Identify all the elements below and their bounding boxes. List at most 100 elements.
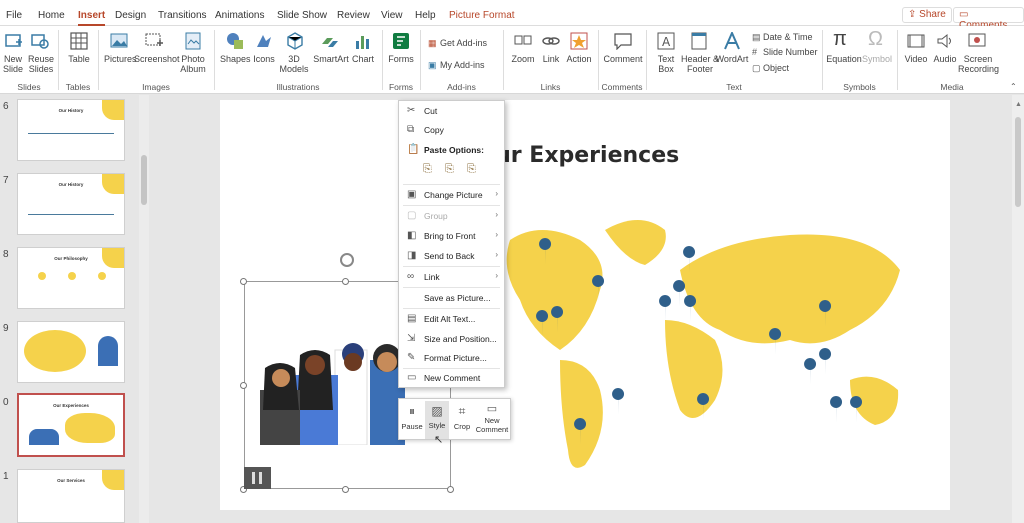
- menu-item-format-picture[interactable]: ✎ Format Picture...: [399, 349, 504, 367]
- menu-item-send-to-back[interactable]: ◨ Send to Back ›: [399, 247, 504, 265]
- mini-label: Style: [428, 421, 446, 430]
- slide-number-button[interactable]: Slide Number: [763, 47, 818, 57]
- thumbnails-scrollbar[interactable]: [139, 95, 149, 523]
- bring-front-icon: ◧: [407, 230, 417, 241]
- tab-review[interactable]: Review: [337, 10, 370, 21]
- tab-help[interactable]: Help: [415, 10, 436, 21]
- reuse-slides-button[interactable]: Reuse Slides: [28, 54, 54, 74]
- menu-label: Edit Alt Text...: [424, 314, 476, 324]
- menu-item-bring-to-front[interactable]: ◧ Bring to Front ›: [399, 227, 504, 245]
- menu-item-copy[interactable]: ⧉ Copy: [399, 121, 504, 139]
- slide-thumbnail[interactable]: Our Services: [17, 469, 125, 523]
- tab-slideshow[interactable]: Slide Show: [277, 10, 327, 21]
- tab-file[interactable]: File: [6, 10, 22, 21]
- group-label-text: Text: [726, 82, 742, 92]
- menu-item-cut[interactable]: ✂ Cut: [399, 102, 504, 120]
- table-button[interactable]: Table: [64, 54, 94, 64]
- crop-button[interactable]: ⌗ Crop: [451, 401, 473, 439]
- menu-label: Cut: [424, 106, 438, 116]
- menu-item-change-picture[interactable]: ▣ Change Picture ›: [399, 186, 504, 204]
- group-label-addins: Add-ins: [447, 82, 476, 92]
- resize-handle[interactable]: [447, 486, 454, 493]
- slide-title[interactable]: our Experiences: [480, 143, 679, 168]
- resize-handle[interactable]: [240, 382, 247, 389]
- equation-button[interactable]: Equation: [825, 54, 863, 64]
- scrollbar-thumb[interactable]: [141, 155, 147, 205]
- divider: [897, 30, 898, 90]
- slide-thumbnail-selected[interactable]: Our Experiences: [17, 393, 125, 457]
- new-slide-button[interactable]: New Slide: [0, 54, 26, 74]
- audio-button[interactable]: Audio: [930, 54, 960, 64]
- shapes-button[interactable]: Shapes: [220, 54, 251, 64]
- tab-animations[interactable]: Animations: [215, 10, 264, 21]
- paste-options-row: ⎘ ⎘ ⎘: [423, 163, 483, 179]
- slide-thumbnail[interactable]: [17, 321, 125, 383]
- slide-thumbnail[interactable]: Our History: [17, 99, 125, 161]
- menu-label: Format Picture...: [424, 353, 487, 363]
- paste-keep-format-icon[interactable]: ⎘: [423, 163, 432, 176]
- menu-separator: [403, 287, 500, 288]
- forms-button[interactable]: Forms: [386, 54, 416, 64]
- group-label-links: Links: [540, 82, 561, 92]
- ribbon-collapse-icon[interactable]: ⌃: [1010, 82, 1017, 91]
- menu-separator: [403, 205, 500, 206]
- pause-icon: ⏸: [408, 404, 415, 418]
- thumbnail-title: Our History: [58, 182, 84, 187]
- photo-album-button[interactable]: Photo Album: [178, 54, 208, 74]
- tab-insert[interactable]: Insert: [78, 10, 106, 26]
- menu-item-save-as-picture[interactable]: Save as Picture...: [399, 289, 504, 307]
- slide-thumbnail[interactable]: Our Philosophy: [17, 247, 125, 309]
- new-comment-button[interactable]: ▭ New Comment: [475, 401, 509, 439]
- menu-item-size-position[interactable]: ⇲ Size and Position...: [399, 330, 504, 348]
- rotate-handle[interactable]: [340, 253, 354, 267]
- editor-scrollbar[interactable]: ▲: [1012, 95, 1024, 523]
- icons-button[interactable]: Icons: [250, 54, 278, 64]
- date-time-button[interactable]: Date & Time: [763, 32, 813, 42]
- tab-home[interactable]: Home: [38, 10, 65, 21]
- tab-view[interactable]: View: [381, 10, 403, 21]
- tab-transitions[interactable]: Transitions: [158, 10, 207, 21]
- slide-number: 9: [3, 323, 9, 334]
- divider: [646, 30, 647, 90]
- share-button[interactable]: ⇪ Share: [902, 7, 952, 23]
- resize-handle[interactable]: [342, 486, 349, 493]
- comments-button[interactable]: ▭ Comments: [953, 7, 1024, 31]
- people-illustration[interactable]: [255, 340, 405, 445]
- thumbnail-title: Our Philosophy: [54, 256, 88, 261]
- slide-thumbnail[interactable]: Our History: [17, 173, 125, 235]
- wordart-button[interactable]: WordArt: [714, 54, 750, 64]
- my-addins-icon: ▣: [428, 60, 437, 70]
- get-addins-button[interactable]: Get Add-ins: [440, 38, 487, 48]
- paste-picture-icon[interactable]: ⎘: [445, 163, 454, 176]
- action-button[interactable]: Action: [564, 54, 594, 64]
- pause-animation-button[interactable]: [244, 467, 271, 489]
- menu-item-new-comment[interactable]: ▭ New Comment: [399, 369, 504, 387]
- resize-handle[interactable]: [240, 278, 247, 285]
- resize-handle[interactable]: [342, 278, 349, 285]
- paste-text-only-icon[interactable]: ⎘: [467, 163, 476, 176]
- screenshot-button[interactable]: Screenshot: [134, 54, 180, 64]
- smartart-button[interactable]: SmartArt: [312, 54, 350, 64]
- text-box-button[interactable]: Text Box: [651, 54, 681, 74]
- pause-icon: [259, 472, 262, 484]
- menu-item-edit-alt-text[interactable]: ▤ Edit Alt Text...: [399, 310, 504, 328]
- comment-button[interactable]: Comment: [602, 54, 644, 64]
- tab-picture-format[interactable]: Picture Format: [449, 10, 515, 21]
- zoom-button[interactable]: Zoom: [508, 54, 538, 64]
- pictures-button[interactable]: Pictures: [104, 54, 137, 64]
- video-button[interactable]: Video: [901, 54, 931, 64]
- symbol-button[interactable]: Symbol: [860, 54, 894, 64]
- object-button[interactable]: Object: [763, 63, 789, 73]
- scrollbar-thumb[interactable]: [1015, 117, 1021, 207]
- screen-recording-button[interactable]: Screen Recording: [958, 54, 999, 74]
- my-addins-button[interactable]: My Add-ins: [440, 60, 485, 70]
- pause-button[interactable]: ⏸ Pause: [401, 401, 423, 439]
- link-button[interactable]: Link: [536, 54, 566, 64]
- chart-button[interactable]: Chart: [348, 54, 378, 64]
- scroll-up-icon[interactable]: ▲: [1015, 101, 1022, 108]
- screen-recording-icon: [968, 33, 986, 47]
- tab-design[interactable]: Design: [115, 10, 146, 21]
- 3d-models-button[interactable]: 3D Models: [278, 54, 310, 74]
- menu-item-link[interactable]: ∞ Link ›: [399, 268, 504, 286]
- philosophy-dot: [68, 272, 76, 280]
